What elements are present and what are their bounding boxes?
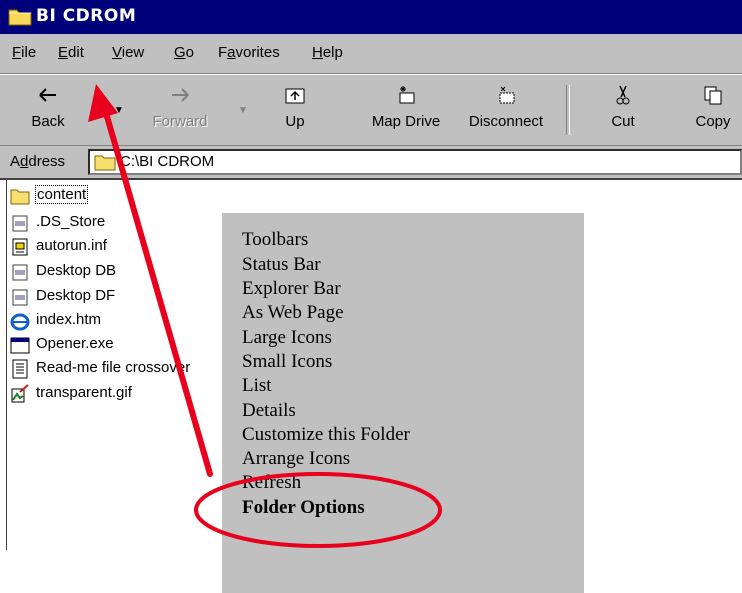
image-file-icon: [11, 384, 29, 403]
menu-file[interactable]: File: [12, 44, 36, 61]
address-value: C:\BI CDROM: [120, 153, 215, 170]
map-drive-icon: [399, 86, 415, 104]
settings-file-icon: [12, 238, 28, 256]
toolbar-separator: [566, 85, 570, 135]
menu-item-arrange-icons[interactable]: Arrange Icons: [242, 448, 350, 470]
file-name: Opener.exe: [36, 335, 114, 352]
file-name: transparent.gif: [36, 384, 132, 401]
copy-icon: [704, 86, 722, 105]
back-button[interactable]: Back: [18, 79, 78, 141]
menu-view[interactable]: View: [112, 44, 144, 61]
up-folder-icon: [285, 88, 305, 104]
forward-label: Forward: [152, 113, 208, 130]
up-label: Up: [285, 113, 305, 130]
menu-item-large-icons[interactable]: Large Icons: [242, 327, 332, 349]
window-title: BI CDROM: [36, 6, 137, 26]
file-name: Read-me file crossover: [36, 359, 191, 376]
folder-icon: [8, 9, 32, 26]
menu-item-as-web-page[interactable]: As Web Page: [242, 302, 344, 324]
forward-button[interactable]: Forward: [140, 79, 220, 141]
pane-divider: [6, 180, 7, 550]
view-menu-panel: Toolbars Status Bar Explorer Bar As Web …: [222, 213, 584, 593]
map-drive-button[interactable]: Map Drive: [358, 79, 454, 141]
menu-go[interactable]: Go: [174, 44, 194, 61]
menu-item-customize-folder[interactable]: Customize this Folder: [242, 424, 410, 446]
file-name: content: [34, 185, 89, 204]
copy-button[interactable]: Copy: [688, 79, 738, 141]
menu-item-small-icons[interactable]: Small Icons: [242, 351, 332, 373]
menu-item-refresh[interactable]: Refresh: [242, 472, 301, 494]
menu-item-list[interactable]: List: [242, 375, 272, 397]
forward-dropdown-chevron-icon[interactable]: ▼: [238, 105, 248, 116]
application-icon: [10, 337, 30, 354]
folder-icon: [10, 189, 30, 205]
disconnect-button[interactable]: Disconnect: [458, 79, 554, 141]
forward-arrow-icon: [172, 88, 189, 102]
map-drive-label: Map Drive: [371, 113, 441, 130]
address-bar: Address C:\BI CDROM: [0, 146, 742, 180]
menu-help[interactable]: Help: [312, 44, 343, 61]
cut-button[interactable]: Cut: [598, 79, 648, 141]
text-document-icon: [12, 359, 28, 379]
address-label: Address: [10, 153, 66, 170]
file-name: autorun.inf: [36, 237, 107, 254]
file-name: index.htm: [36, 311, 102, 328]
menu-item-status-bar[interactable]: Status Bar: [242, 254, 321, 276]
disconnect-label: Disconnect: [468, 113, 544, 130]
scissors-icon: [616, 85, 630, 105]
menu-item-details[interactable]: Details: [242, 400, 296, 422]
back-dropdown-chevron-icon[interactable]: ▼: [114, 105, 124, 116]
cut-label: Cut: [611, 113, 635, 130]
back-label: Back: [31, 113, 65, 130]
up-button[interactable]: Up: [270, 79, 320, 141]
disconnect-drive-icon: [499, 86, 515, 104]
folder-icon: [94, 155, 116, 171]
ie-document-icon: [10, 313, 30, 331]
menu-bar: File Edit View Go Favorites Help: [0, 34, 742, 74]
title-bar: BI CDROM: [0, 0, 742, 34]
menu-edit[interactable]: Edit: [58, 44, 84, 61]
back-arrow-icon: [39, 88, 56, 102]
menu-item-explorer-bar[interactable]: Explorer Bar: [242, 278, 341, 300]
file-name: .DS_Store: [36, 213, 106, 230]
file-name: Desktop DF: [36, 287, 116, 304]
menu-item-toolbars[interactable]: Toolbars: [242, 229, 308, 251]
standard-toolbar: Back ▼ Forward ▼ Up Map Drive Disconnect: [0, 74, 742, 146]
address-field[interactable]: C:\BI CDROM: [88, 149, 742, 175]
menu-favorites[interactable]: Favorites: [218, 44, 280, 61]
menu-item-folder-options[interactable]: Folder Options: [242, 497, 365, 519]
file-icon: [12, 289, 28, 306]
file-icon: [12, 215, 28, 232]
copy-label: Copy: [695, 113, 731, 130]
file-icon: [12, 264, 28, 281]
file-name: Desktop DB: [36, 262, 117, 279]
